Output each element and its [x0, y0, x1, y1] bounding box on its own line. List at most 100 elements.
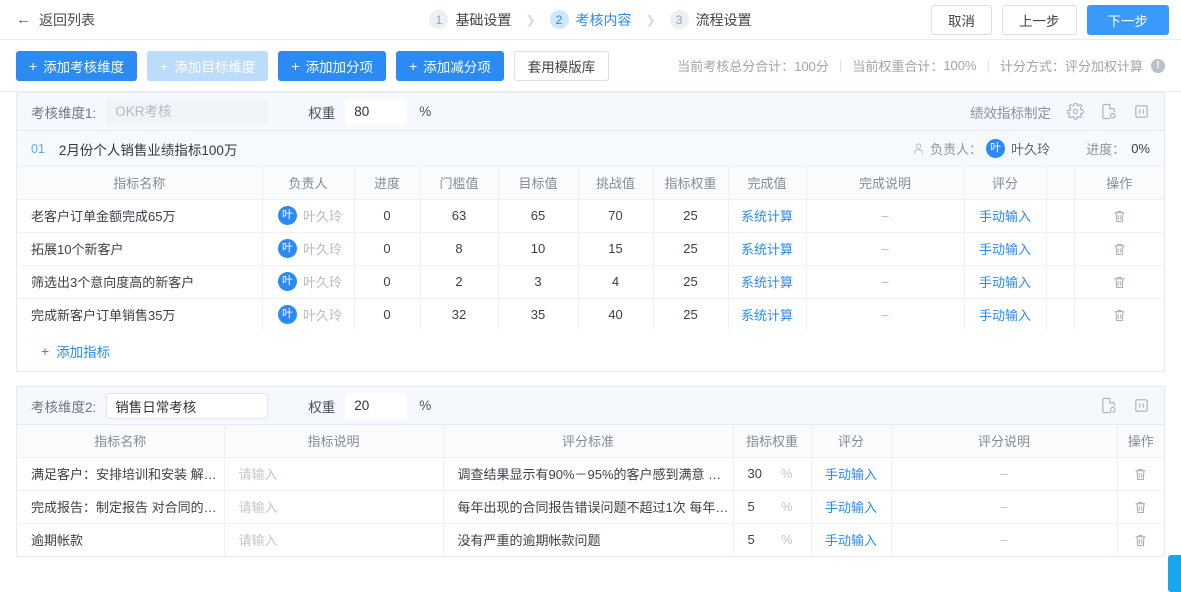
- arrow-left-icon: ←: [16, 11, 31, 28]
- info-icon[interactable]: !: [1151, 58, 1165, 73]
- owner-name: 叶久玲: [302, 242, 342, 257]
- dimension-1-label: 考核维度1:: [31, 105, 97, 121]
- cell-indicator-desc[interactable]: 请输入: [224, 523, 444, 556]
- dimension-2-weight-input[interactable]: [345, 392, 408, 419]
- cell-indicator-weight[interactable]: 25: [653, 232, 729, 266]
- cell-target[interactable]: 3: [498, 265, 579, 299]
- add-assessment-dimension-button[interactable]: + 添加考核维度: [16, 50, 138, 81]
- dimension-1-weight-input[interactable]: [345, 98, 408, 125]
- plus-icon: +: [409, 57, 418, 74]
- template-library-button[interactable]: 套用模版库: [513, 50, 610, 81]
- cell-indicator-name[interactable]: 满足客户：安排培训和安装 解决信: [17, 457, 225, 491]
- performance-indicator-setup-link[interactable]: 绩效指标制定: [970, 102, 1051, 122]
- cell-progress: 0: [354, 199, 421, 233]
- cell-score[interactable]: 手动输入: [811, 490, 892, 524]
- cell-indicator-weight[interactable]: 5 %: [733, 523, 812, 556]
- table-header-row: 指标名称 负责人 进度 门槛值 目标值 挑战值 指标权重 完成值 完成说明 评分…: [17, 167, 1164, 200]
- delete-icon[interactable]: [1133, 467, 1148, 482]
- delete-dimension-icon[interactable]: [1133, 397, 1150, 414]
- cell-score[interactable]: 手动输入: [964, 298, 1047, 331]
- cell-challenge[interactable]: 40: [578, 298, 654, 331]
- okr-progress-label: 进度：: [1086, 142, 1126, 157]
- cell-scoring-standard[interactable]: 没有严重的逾期帐款问题: [443, 523, 734, 556]
- cell-threshold[interactable]: 8: [420, 232, 499, 266]
- cancel-button[interactable]: 取消: [931, 4, 992, 35]
- cell-challenge[interactable]: 70: [578, 199, 654, 233]
- add-penalty-item-button[interactable]: + 添加减分项: [396, 50, 504, 81]
- delete-icon[interactable]: [1112, 242, 1127, 257]
- delete-dimension-icon[interactable]: [1133, 103, 1150, 120]
- cell-spacer: [1046, 298, 1075, 331]
- step-process-settings[interactable]: 3 流程设置: [669, 10, 752, 30]
- col-progress: 进度: [354, 167, 421, 200]
- cell-score[interactable]: 手动输入: [964, 265, 1047, 299]
- cell-indicator-weight[interactable]: 5 %: [733, 490, 812, 524]
- back-to-list-link[interactable]: ← 返回列表: [16, 10, 95, 30]
- col-operation: 操作: [1074, 167, 1164, 200]
- cell-threshold[interactable]: 32: [420, 298, 499, 331]
- cell-indicator-weight[interactable]: 25: [653, 265, 729, 299]
- dimension-2-name-input[interactable]: [106, 392, 269, 419]
- cell-score[interactable]: 手动输入: [964, 199, 1047, 233]
- copy-document-icon[interactable]: [1100, 397, 1117, 414]
- action-bar: + 添加考核维度 + 添加目标维度 + 添加加分项 + 添加减分项 套用模版库 …: [0, 40, 1181, 92]
- cell-spacer: [1046, 232, 1075, 266]
- delete-icon[interactable]: [1112, 209, 1127, 224]
- cell-indicator-name[interactable]: 逾期帐款: [17, 523, 225, 556]
- cell-threshold[interactable]: 2: [420, 265, 499, 299]
- dimension-card-1: 考核维度1: 权重 % 绩效指标制定: [16, 92, 1165, 372]
- step-assessment-content[interactable]: 2 考核内容: [549, 10, 632, 30]
- cell-target[interactable]: 35: [498, 298, 579, 331]
- cell-indicator-desc[interactable]: 请输入: [224, 457, 444, 491]
- cell-completion-desc: –: [806, 265, 965, 299]
- cell-threshold[interactable]: 63: [420, 199, 499, 233]
- delete-icon[interactable]: [1112, 275, 1127, 290]
- add-goal-dimension-button[interactable]: + 添加目标维度: [147, 50, 269, 81]
- cell-challenge[interactable]: 15: [578, 232, 654, 266]
- delete-icon[interactable]: [1133, 533, 1148, 548]
- cell-completion-value[interactable]: 系统计算: [728, 232, 807, 266]
- step-basic-settings[interactable]: 1 基础设置: [429, 10, 511, 30]
- col-score: 评分: [811, 425, 892, 458]
- col-operation: 操作: [1117, 425, 1164, 458]
- cell-scoring-standard[interactable]: 每年出现的合同报告错误问题不超过1次 每年出现: [443, 490, 734, 524]
- col-threshold: 门槛值: [420, 167, 499, 200]
- cell-indicator-weight[interactable]: 25: [653, 199, 729, 233]
- okr-meta: 负责人： 叶 叶久玲 进度： 0%: [912, 139, 1150, 158]
- cell-target[interactable]: 65: [498, 199, 579, 233]
- cell-score[interactable]: 手动输入: [964, 232, 1047, 266]
- cell-indicator-name: 完成新客户订单销售35万: [17, 298, 263, 331]
- cell-score[interactable]: 手动输入: [811, 523, 892, 556]
- cell-scoring-standard[interactable]: 调查结果显示有90%－95%的客户感到满意 所有要: [443, 457, 734, 491]
- avatar: 叶: [277, 206, 297, 225]
- add-indicator-button[interactable]: + 添加指标: [41, 341, 110, 361]
- cell-indicator-name[interactable]: 完成报告：制定报告 对合同的报告: [17, 490, 225, 524]
- cell-indicator-weight[interactable]: 25: [653, 298, 729, 331]
- cell-operation: [1117, 490, 1164, 524]
- okr-owner-label: 负责人：: [930, 142, 983, 157]
- cell-indicator-desc[interactable]: 请输入: [224, 490, 444, 524]
- gear-icon[interactable]: [1067, 103, 1084, 120]
- cell-score[interactable]: 手动输入: [811, 457, 892, 491]
- cell-completion-value[interactable]: 系统计算: [728, 199, 807, 233]
- cell-completion-value[interactable]: 系统计算: [728, 298, 807, 331]
- cell-target[interactable]: 10: [498, 232, 579, 266]
- cell-completion-value[interactable]: 系统计算: [728, 265, 807, 299]
- cell-operation: [1074, 232, 1164, 266]
- template-library-label: 套用模版库: [527, 59, 596, 75]
- col-indicator-desc: 指标说明: [224, 425, 444, 458]
- cell-challenge[interactable]: 4: [578, 265, 654, 299]
- previous-step-button[interactable]: 上一步: [1002, 4, 1077, 35]
- next-step-button[interactable]: 下一步: [1086, 4, 1169, 35]
- dimension-1-name-input[interactable]: [106, 98, 269, 125]
- copy-document-icon[interactable]: [1100, 103, 1117, 120]
- okr-owner-group: 负责人： 叶 叶久玲: [912, 139, 1050, 158]
- floating-side-tab[interactable]: [1168, 555, 1181, 592]
- add-bonus-item-button[interactable]: + 添加加分项: [278, 50, 387, 81]
- cell-progress: 0: [354, 232, 421, 266]
- cell-indicator-weight[interactable]: 30 %: [733, 457, 812, 491]
- assessment-content-page: ← 返回列表 1 基础设置 ❯ 2 考核内容 ❯ 3 流程设置 取消 上一步 下…: [0, 0, 1181, 592]
- delete-icon[interactable]: [1112, 308, 1127, 323]
- delete-icon[interactable]: [1133, 500, 1148, 515]
- cell-spacer: [1046, 265, 1075, 299]
